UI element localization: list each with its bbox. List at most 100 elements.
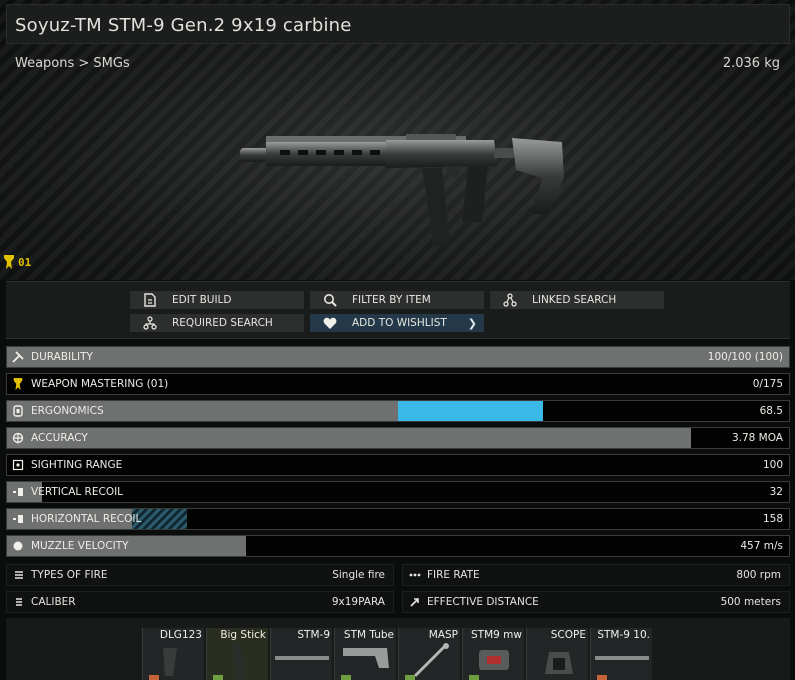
stat-value: 457 m/s (740, 540, 783, 552)
effective-distance-value: 500 meters (720, 596, 781, 608)
slot-status-dot (213, 675, 223, 680)
filter-by-item-label: FILTER BY ITEM (352, 294, 431, 306)
stat-value: 32 (769, 486, 783, 498)
stock-icon (343, 648, 389, 668)
mastery-badge: 01 (2, 254, 31, 270)
stat-vertical-recoil: VERTICAL RECOIL 32 (6, 481, 790, 503)
link-nodes-icon (502, 292, 518, 308)
barrel-icon (275, 656, 329, 660)
document-icon (142, 292, 158, 308)
item-preview-area: Soyuz-TM STM-9 Gen.2 9x19 carbine Weapon… (0, 0, 795, 280)
types-of-fire-value: Single fire (332, 569, 385, 581)
mastery-icon (4, 255, 14, 269)
stat-label: ACCURACY (31, 432, 88, 444)
fire-mode-icon (13, 570, 25, 580)
required-search-button[interactable]: REQUIRED SEARCH (130, 314, 304, 332)
pistol-grip-icon (163, 648, 177, 676)
edit-build-label: EDIT BUILD (172, 294, 232, 306)
types-of-fire-label: TYPES OF FIRE (31, 569, 108, 581)
slot-scope[interactable]: SCOPE (526, 628, 588, 680)
stat-value: 100/100 (100) (707, 351, 783, 363)
bullets-icon (409, 572, 421, 578)
slot-label: STM-9 (297, 629, 330, 641)
slot-barrel[interactable]: STM-9 (270, 628, 332, 680)
slot-status-dot (597, 675, 607, 680)
effective-distance-row: EFFECTIVE DISTANCE 500 meters (402, 591, 790, 613)
item-title: Soyuz-TM STM-9 Gen.2 9x19 carbine (15, 15, 352, 36)
linked-search-button[interactable]: LINKED SEARCH (490, 291, 664, 309)
stat-value: 68.5 (759, 405, 783, 417)
item-title-bar: Soyuz-TM STM-9 Gen.2 9x19 carbine (6, 4, 790, 44)
stat-weapon-mastering: WEAPON MASTERING (01) 0/175 (6, 373, 790, 395)
muzzle-device-icon (479, 650, 509, 670)
recoil-vertical-icon (11, 485, 25, 499)
slot-rail[interactable]: MASP (398, 628, 460, 680)
slot-status-dot (405, 675, 415, 680)
item-actions-panel: EDIT BUILD FILTER BY ITEM LINKED SEARCH … (6, 281, 790, 339)
stat-durability: DURABILITY 100/100 (100) (6, 346, 790, 368)
stat-label: WEAPON MASTERING (01) (31, 378, 169, 390)
mastery-level: 01 (18, 255, 32, 269)
slot-pistol-grip[interactable]: DLG123 (142, 628, 204, 680)
caliber-icon (13, 597, 25, 607)
caliber-row: CALIBER 9x19PARA (6, 591, 394, 613)
caliber-label: CALIBER (31, 596, 76, 608)
slot-label: STM-9 10. (597, 629, 650, 641)
linked-search-label: LINKED SEARCH (532, 294, 617, 306)
required-search-label: REQUIRED SEARCH (172, 317, 273, 329)
slot-label: DLG123 (159, 629, 202, 641)
slot-magazine[interactable]: Big Stick (206, 628, 268, 680)
fire-rate-row: FIRE RATE 800 rpm (402, 564, 790, 586)
slot-status-dot (469, 675, 479, 680)
magazine-icon (233, 644, 244, 680)
stat-label: ERGONOMICS (31, 405, 104, 417)
add-to-wishlist-label: ADD TO WISHLIST (352, 317, 447, 329)
slot-label: STM Tube (343, 629, 394, 641)
breadcrumb: Weapons > SMGs (15, 56, 130, 71)
effective-distance-label: EFFECTIVE DISTANCE (427, 596, 539, 608)
edit-build-button[interactable]: EDIT BUILD (130, 291, 304, 309)
scope-mount-icon (545, 652, 573, 674)
stat-label: VERTICAL RECOIL (31, 486, 124, 498)
tree-nodes-icon (142, 315, 158, 331)
chevron-right-icon: ❯ (467, 317, 477, 330)
crosshair-icon (11, 431, 25, 445)
wrench-icon (11, 350, 25, 364)
stat-muzzle-velocity: MUZZLE VELOCITY 457 m/s (6, 535, 790, 557)
stat-horizontal-recoil: HORIZONTAL RECOIL 158 (6, 508, 790, 530)
stat-ergonomics: ERGONOMICS 68.5 (6, 400, 790, 422)
fire-rate-value: 800 rpm (736, 569, 781, 581)
add-to-wishlist-button[interactable]: ADD TO WISHLIST ❯ (310, 314, 484, 332)
filter-by-item-button[interactable]: FILTER BY ITEM (310, 291, 484, 309)
distance-arrow-icon (409, 597, 421, 607)
stat-value: 158 (762, 513, 783, 525)
slot-muzzle[interactable]: STM9 mw (462, 628, 524, 680)
stat-bonus-fill (398, 401, 543, 421)
barrel-icon (595, 656, 649, 660)
slot-status-dot (341, 675, 351, 680)
sight-icon (11, 458, 25, 472)
velocity-icon (11, 539, 25, 553)
stat-value: 0/175 (752, 378, 783, 390)
stat-value: 100 (762, 459, 783, 471)
slot-label: STM9 mw (471, 629, 522, 641)
slot-label: Big Stick (220, 629, 266, 641)
item-weight: 2.036 kg (722, 56, 780, 71)
stat-label: MUZZLE VELOCITY (31, 540, 129, 552)
mastery-icon (11, 377, 25, 391)
caliber-value: 9x19PARA (331, 596, 385, 608)
grip-icon (11, 404, 25, 418)
stat-sighting-range: SIGHTING RANGE 100 (6, 454, 790, 476)
stat-accuracy: ACCURACY 3.78 MOA (6, 427, 790, 449)
stat-label: HORIZONTAL RECOIL (31, 513, 142, 525)
slot-label: SCOPE (550, 629, 586, 641)
stat-fill (7, 347, 789, 367)
stat-fill (7, 428, 692, 448)
slot-stock[interactable]: STM Tube (334, 628, 396, 680)
slot-label: MASP (428, 629, 458, 641)
stat-label: SIGHTING RANGE (31, 459, 123, 471)
heart-icon (322, 315, 338, 331)
magnifier-icon (322, 292, 338, 308)
slot-barrel-10in[interactable]: STM-9 10. (590, 628, 652, 680)
weapon-image (240, 134, 564, 248)
